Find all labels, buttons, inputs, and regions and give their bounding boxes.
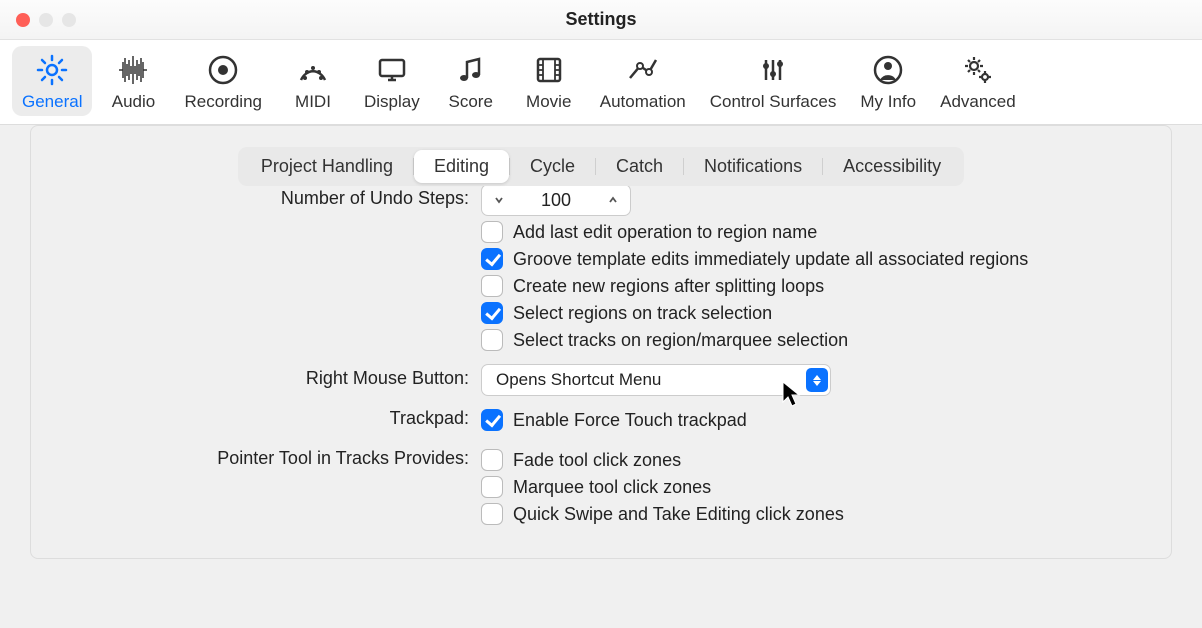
trackpad-label: Trackpad: [71, 404, 481, 429]
pointer-tool-label: Pointer Tool in Tracks Provides: [71, 444, 481, 469]
person-icon [870, 50, 906, 90]
subtab-notifications[interactable]: Notifications [684, 150, 822, 183]
subtab-editing[interactable]: Editing [414, 150, 509, 183]
tab-label: Score [449, 92, 493, 112]
tab-label: MIDI [295, 92, 331, 112]
gears-icon [960, 50, 996, 90]
tab-recording[interactable]: Recording [174, 46, 272, 116]
stepper-decrement[interactable] [482, 185, 516, 215]
pointer-checkbox-label-2: Quick Swipe and Take Editing click zones [513, 504, 844, 525]
tab-label: Recording [184, 92, 262, 112]
tab-display[interactable]: Display [354, 46, 430, 116]
notes-icon [453, 50, 489, 90]
tab-my-info[interactable]: My Info [850, 46, 926, 116]
tab-label: Audio [112, 92, 155, 112]
pointer-checkbox-2[interactable] [481, 503, 503, 525]
tab-label: General [22, 92, 82, 112]
editing-checkbox-label-1: Groove template edits immediately update… [513, 249, 1028, 270]
right-mouse-value: Opens Shortcut Menu [496, 370, 661, 390]
editing-checkbox-2[interactable] [481, 275, 503, 297]
pointer-checkbox-0[interactable] [481, 449, 503, 471]
tab-label: My Info [860, 92, 916, 112]
tab-automation[interactable]: Automation [590, 46, 696, 116]
editing-checkbox-label-3: Select regions on track selection [513, 303, 772, 324]
tab-movie[interactable]: Movie [512, 46, 586, 116]
editing-checkbox-0[interactable] [481, 221, 503, 243]
editing-checkbox-label-4: Select tracks on region/marquee selectio… [513, 330, 848, 351]
subtab-catch[interactable]: Catch [596, 150, 683, 183]
tab-advanced[interactable]: Advanced [930, 46, 1026, 116]
tab-label: Movie [526, 92, 571, 112]
editing-checkbox-4[interactable] [481, 329, 503, 351]
subtab-cycle[interactable]: Cycle [510, 150, 595, 183]
subtab-project-handling[interactable]: Project Handling [241, 150, 413, 183]
wave-icon [115, 50, 151, 90]
trackpad-force-touch-label: Enable Force Touch trackpad [513, 410, 747, 431]
tab-label: Automation [600, 92, 686, 112]
trackpad-force-touch-checkbox[interactable] [481, 409, 503, 431]
undo-steps-stepper[interactable]: 100 [481, 184, 631, 216]
sliders-icon [755, 50, 791, 90]
tab-midi[interactable]: MIDI [276, 46, 350, 116]
right-mouse-select[interactable]: Opens Shortcut Menu [481, 364, 831, 396]
filmstrip-icon [531, 50, 567, 90]
curve-icon [625, 50, 661, 90]
settings-panel: Number of Undo Steps: 100 Add last edit … [30, 125, 1172, 559]
window-title: Settings [0, 9, 1202, 30]
subtab-control: Project HandlingEditingCycleCatchNotific… [238, 147, 964, 186]
pointer-checkbox-label-1: Marquee tool click zones [513, 477, 711, 498]
titlebar: Settings [0, 0, 1202, 40]
midi-face-icon [295, 50, 331, 90]
toolbar: General Audio Recording MIDI Display Score Mov… [0, 40, 1202, 125]
gear-icon [34, 50, 70, 90]
tab-audio[interactable]: Audio [96, 46, 170, 116]
stepper-increment[interactable] [596, 185, 630, 215]
tab-score[interactable]: Score [434, 46, 508, 116]
pointer-checkbox-1[interactable] [481, 476, 503, 498]
right-mouse-label: Right Mouse Button: [71, 364, 481, 389]
editing-checkbox-3[interactable] [481, 302, 503, 324]
monitor-icon [374, 50, 410, 90]
editing-checkbox-1[interactable] [481, 248, 503, 270]
undo-steps-label: Number of Undo Steps: [71, 184, 481, 209]
tab-control-surfaces[interactable]: Control Surfaces [700, 46, 847, 116]
tab-general[interactable]: General [12, 46, 92, 116]
select-disclosure-icon [806, 368, 828, 392]
record-icon [205, 50, 241, 90]
tab-label: Advanced [940, 92, 1016, 112]
undo-steps-value: 100 [516, 190, 596, 211]
tab-label: Display [364, 92, 420, 112]
editing-checkbox-label-2: Create new regions after splitting loops [513, 276, 824, 297]
subtab-accessibility[interactable]: Accessibility [823, 150, 961, 183]
editing-checkbox-label-0: Add last edit operation to region name [513, 222, 817, 243]
pointer-checkbox-label-0: Fade tool click zones [513, 450, 681, 471]
tab-label: Control Surfaces [710, 92, 837, 112]
